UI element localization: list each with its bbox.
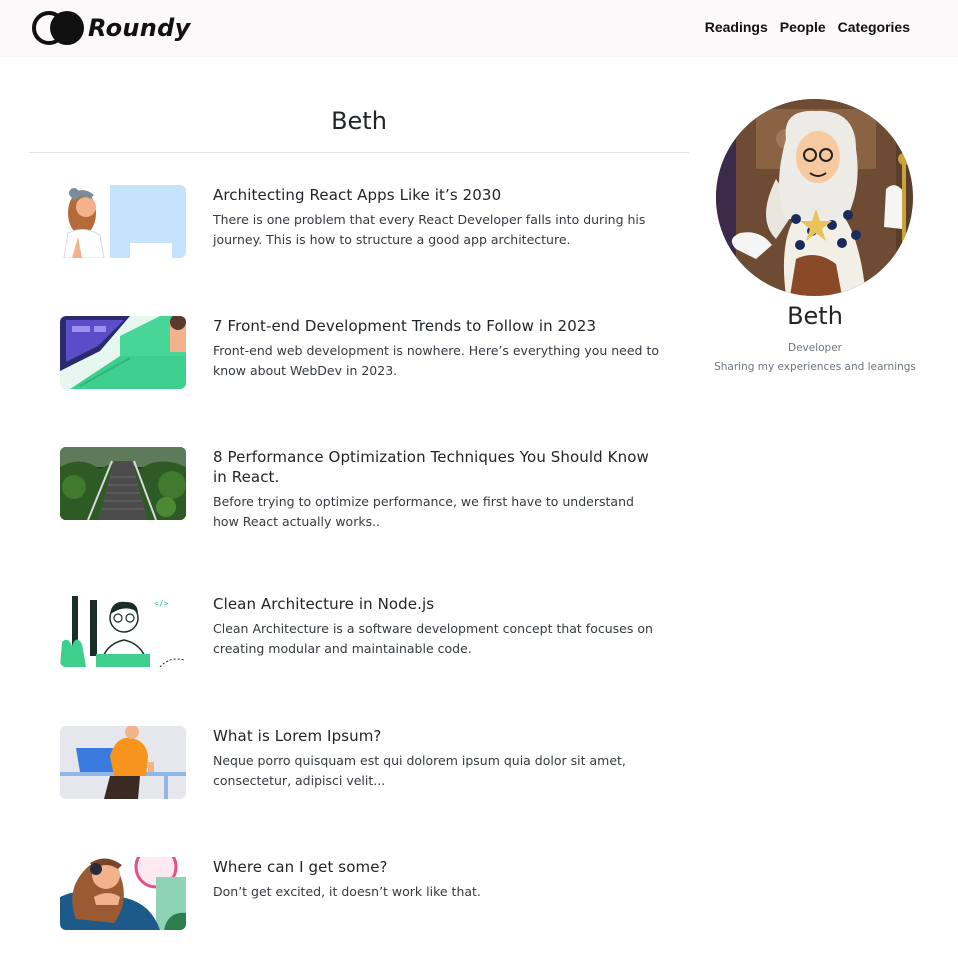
author-avatar (716, 99, 913, 296)
brand-name: Roundy (88, 14, 191, 42)
post-thumbnail[interactable] (60, 316, 186, 389)
logo-circles-icon (32, 11, 84, 45)
page-title: Beth (331, 107, 387, 135)
post-description: There is one problem that every React De… (213, 212, 646, 247)
post-thumbnail[interactable] (60, 185, 186, 258)
post-description: Neque porro quisquam est qui dolorem ips… (213, 753, 626, 788)
nav-categories-link[interactable]: Categories (838, 19, 910, 35)
code-glyph: </> (154, 599, 169, 608)
post-title[interactable]: What is Lorem Ipsum? (213, 726, 663, 746)
author-role: Developer (787, 342, 842, 354)
post-title[interactable]: Where can I get some? (213, 857, 663, 877)
post-thumbnail[interactable]: </> (60, 594, 186, 667)
post-description: Don’t get excited, it doesn’t work like … (213, 884, 481, 899)
main-nav: Readings People Categories (693, 19, 910, 35)
post-thumbnail[interactable] (60, 447, 186, 520)
title-divider (29, 152, 689, 153)
post-title[interactable]: Architecting React Apps Like it’s 2030 (213, 185, 663, 205)
post-title[interactable]: 8 Performance Optimization Techniques Yo… (213, 447, 663, 487)
nav-people-link[interactable]: People (780, 19, 826, 35)
top-navbar: Roundy Readings People Categories (0, 0, 958, 57)
post-description: Before trying to optimize performance, w… (213, 494, 634, 529)
nav-readings-link[interactable]: Readings (705, 19, 768, 35)
author-name: Beth (787, 302, 843, 330)
post-description: Front-end web development is nowhere. He… (213, 343, 660, 378)
post-title[interactable]: 7 Front-end Development Trends to Follow… (213, 316, 663, 336)
author-bio: Sharing my experiences and learnings (714, 361, 916, 373)
post-title[interactable]: Clean Architecture in Node.js (213, 594, 663, 614)
post-thumbnail[interactable] (60, 726, 186, 799)
post-thumbnail[interactable] (60, 857, 186, 930)
post-description: Clean Architecture is a software develop… (213, 621, 653, 656)
brand-logo[interactable]: Roundy (32, 11, 191, 45)
